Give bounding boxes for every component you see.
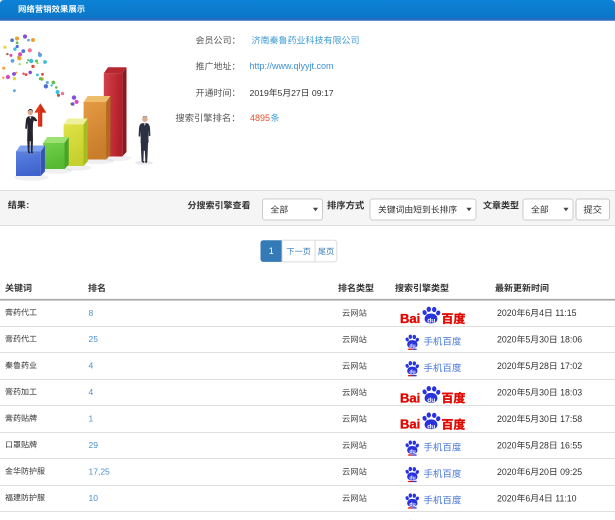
svg-text:du: du bbox=[409, 370, 415, 376]
svg-text:5: 5 bbox=[525, 361, 530, 371]
svg-text:09:17: 09:17 bbox=[312, 88, 334, 98]
svg-text:30: 30 bbox=[539, 414, 549, 424]
svg-text:18:06: 18:06 bbox=[560, 335, 582, 345]
svg-text:17:02: 17:02 bbox=[560, 361, 582, 371]
svg-text:5: 5 bbox=[525, 387, 530, 397]
svg-text:20: 20 bbox=[539, 467, 549, 477]
svg-text::: : bbox=[26, 200, 29, 210]
svg-text:5: 5 bbox=[278, 88, 283, 98]
svg-text:4: 4 bbox=[89, 387, 94, 397]
svg-text:5: 5 bbox=[525, 414, 530, 424]
svg-text:28: 28 bbox=[539, 440, 549, 450]
svg-text:http://www.qlyyjt.com: http://www.qlyyjt.com bbox=[250, 61, 334, 71]
svg-text:6: 6 bbox=[525, 493, 530, 503]
svg-text:du: du bbox=[409, 343, 415, 349]
svg-text:11:10: 11:10 bbox=[555, 493, 576, 503]
svg-text:2020: 2020 bbox=[497, 308, 517, 318]
svg-text:1: 1 bbox=[269, 246, 274, 256]
svg-text:2020: 2020 bbox=[497, 387, 517, 397]
svg-text:2020: 2020 bbox=[497, 493, 517, 503]
svg-text:Bai: Bai bbox=[400, 311, 420, 326]
svg-text:25: 25 bbox=[89, 334, 99, 344]
svg-text:29: 29 bbox=[89, 440, 99, 450]
svg-text:28: 28 bbox=[539, 361, 549, 371]
svg-text:5: 5 bbox=[525, 335, 530, 345]
svg-text:Bai: Bai bbox=[400, 390, 420, 405]
svg-text:4: 4 bbox=[539, 308, 544, 318]
svg-text:10: 10 bbox=[89, 493, 99, 503]
svg-text:4: 4 bbox=[539, 493, 544, 503]
svg-text:17,25: 17,25 bbox=[89, 466, 111, 476]
svg-text:18:03: 18:03 bbox=[560, 387, 582, 397]
svg-text:2020: 2020 bbox=[497, 467, 517, 477]
svg-text:du: du bbox=[427, 397, 435, 404]
svg-text:8: 8 bbox=[89, 308, 94, 318]
svg-text:5: 5 bbox=[525, 440, 530, 450]
svg-text:2019: 2019 bbox=[250, 88, 269, 98]
svg-text:du: du bbox=[409, 449, 415, 455]
svg-text:27: 27 bbox=[291, 88, 301, 98]
svg-text:du: du bbox=[427, 424, 435, 431]
svg-text:Bai: Bai bbox=[400, 417, 420, 432]
svg-text:4: 4 bbox=[89, 361, 94, 371]
svg-text:16:55: 16:55 bbox=[560, 440, 582, 450]
svg-text:du: du bbox=[409, 502, 415, 508]
svg-text:4895: 4895 bbox=[250, 113, 270, 123]
svg-text:17:58: 17:58 bbox=[560, 414, 582, 424]
svg-text:09:25: 09:25 bbox=[560, 467, 582, 477]
svg-text:11:15: 11:15 bbox=[555, 308, 576, 318]
svg-text:2020: 2020 bbox=[497, 335, 517, 345]
svg-text:30: 30 bbox=[539, 387, 549, 397]
svg-text:1: 1 bbox=[89, 414, 94, 424]
svg-text:2020: 2020 bbox=[497, 414, 517, 424]
svg-text:6: 6 bbox=[525, 308, 530, 318]
svg-text:30: 30 bbox=[539, 335, 549, 345]
svg-text:2020: 2020 bbox=[497, 361, 517, 371]
svg-text:6: 6 bbox=[525, 467, 530, 477]
svg-text:du: du bbox=[427, 318, 435, 325]
svg-text:du: du bbox=[409, 476, 415, 482]
svg-text:2020: 2020 bbox=[497, 440, 517, 450]
